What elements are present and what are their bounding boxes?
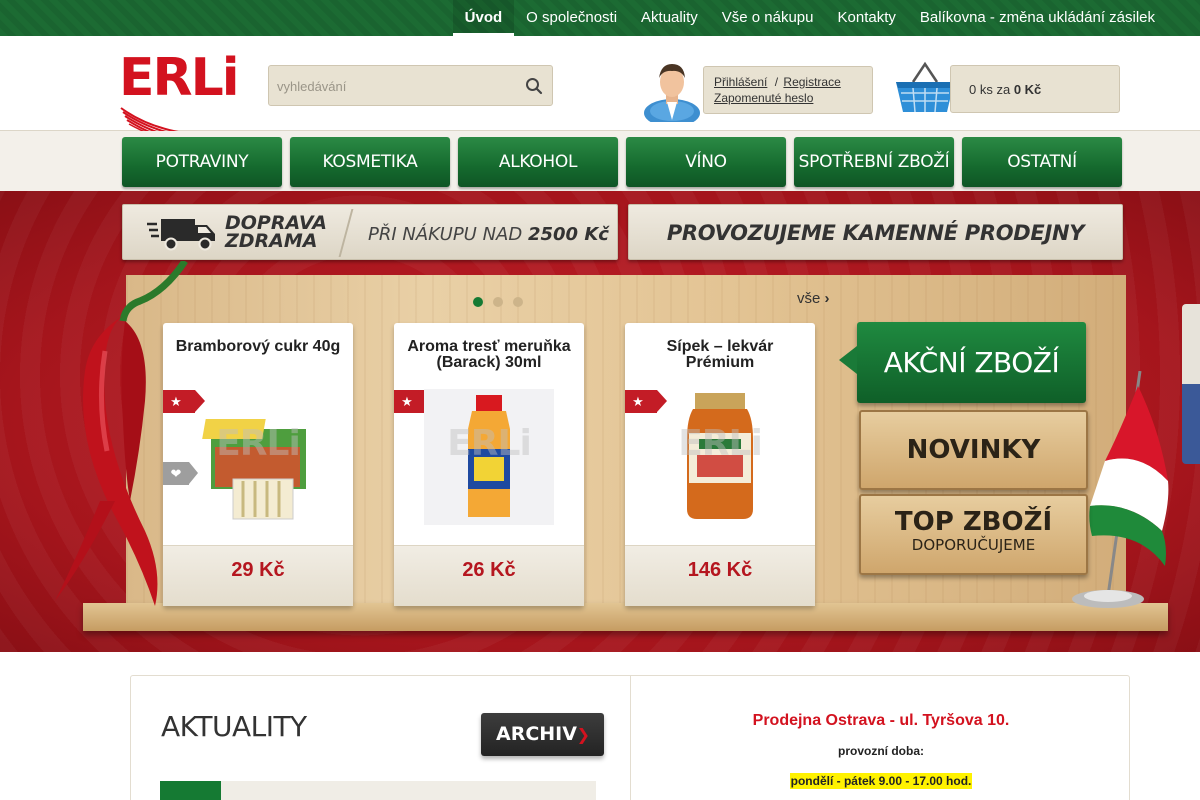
user-avatar-icon <box>644 64 700 122</box>
stores-banner-text: PROVOZUJEME KAMENNÉ PRODEJNY <box>666 221 1085 245</box>
topnav-aktuality[interactable]: Aktuality <box>629 0 710 36</box>
category-alkohol[interactable]: ALKOHOL <box>458 137 618 187</box>
login-box: Přihlášení / Registrace Zapomenuté heslo <box>703 66 873 114</box>
slider-dot-3[interactable] <box>513 297 523 307</box>
news-title: AKTUALITY <box>161 710 307 743</box>
star-badge-icon: ★ <box>163 390 205 413</box>
store-title: Prodejna Ostrava - ul. Tyršova 10. <box>752 712 1010 729</box>
category-spotrebni-zbozi[interactable]: SPOTŘEBNÍ ZBOŽÍ <box>794 137 954 187</box>
delivery-title-line2: ZDRAMA <box>225 230 318 252</box>
top-bar: Úvod O společnosti Aktuality Vše o nákup… <box>0 0 1200 36</box>
product-card[interactable]: Aroma tresť meruňka (Barack) 30ml ★ ERLi… <box>394 323 584 606</box>
top-nav: Úvod O společnosti Aktuality Vše o nákup… <box>452 0 1167 36</box>
star-badge-icon: ★ <box>625 390 667 413</box>
delivery-amount: 2500 Kč <box>527 224 609 245</box>
archive-button[interactable]: ARCHIV ❯ <box>481 713 604 756</box>
category-ostatni[interactable]: OSTATNÍ <box>962 137 1122 187</box>
delivery-condition: PŘI NÁKUPU NAD 2500 Kč <box>368 224 609 245</box>
slider-dot-2[interactable] <box>493 297 503 307</box>
delivery-banner[interactable]: DOPRAVA ZDRAMA PŘI NÁKUPU NAD 2500 Kč <box>122 204 618 260</box>
product-card[interactable]: Bramborový cukr 40g ★ ❤ ERLi 29 Kč <box>163 323 353 606</box>
truck-icon <box>147 219 215 251</box>
login-separator: / <box>774 75 779 89</box>
heart-badge-icon[interactable]: ❤ <box>163 462 198 485</box>
category-vino[interactable]: VÍNO <box>626 137 786 187</box>
header: ERLi Přihlášení / Registrace Zapomenuté … <box>0 36 1200 149</box>
topnav-uvod[interactable]: Úvod <box>452 0 515 36</box>
topnav-kontakty[interactable]: Kontakty <box>826 0 908 36</box>
slider-dot-1[interactable] <box>473 297 483 307</box>
content-panel: AKTUALITY ARCHIV ❯ Prodejna Ostrava - ul… <box>130 675 1130 800</box>
hero-section: DOPRAVA ZDRAMA PŘI NÁKUPU NAD 2500 Kč PR… <box>0 191 1200 652</box>
delivery-title: DOPRAVA ZDRAMA <box>225 214 327 252</box>
show-all-label: vše <box>797 290 821 307</box>
product-card[interactable]: Sípek – lekvár Prémium ★ ERLi 146 Kč <box>625 323 815 606</box>
login-link[interactable]: Přihlášení <box>714 75 767 89</box>
logo-text: ERLi <box>119 48 240 108</box>
store-hours-text: pondělí - pátek 9.00 - 17.00 hod. <box>789 773 973 789</box>
search-box <box>268 65 553 106</box>
news-item-date-tab <box>160 781 221 800</box>
stores-banner[interactable]: PROVOZUJEME KAMENNÉ PRODEJNY <box>628 204 1123 260</box>
cart-total: 0 Kč <box>1013 82 1042 97</box>
show-all-link[interactable]: vše › <box>797 290 830 307</box>
slider-dots <box>473 297 523 307</box>
delivery-condition-text: PŘI NÁKUPU NAD <box>368 224 523 245</box>
banner-divider <box>338 209 354 257</box>
category-bar: POTRAVINY KOSMETIKA ALKOHOL VÍNO SPOTŘEB… <box>0 131 1200 191</box>
new-products-button[interactable]: NOVINKY <box>859 410 1088 490</box>
star-badge-icon: ★ <box>394 390 436 413</box>
cart-summary[interactable]: 0 ks za 0 Kč <box>950 65 1120 113</box>
sale-products-button[interactable]: AKČNÍ ZBOŽÍ <box>839 322 1086 403</box>
category-kosmetika[interactable]: KOSMETIKA <box>290 137 450 187</box>
top-products-sublabel: DOPORUČUJEME <box>911 536 1036 554</box>
product-price: 146 Kč <box>625 545 815 606</box>
product-watermark: ERLi <box>447 423 532 464</box>
product-watermark: ERLi <box>216 423 301 464</box>
category-potraviny[interactable]: POTRAVINY <box>122 137 282 187</box>
search-icon[interactable] <box>524 76 544 96</box>
store-hours: pondělí - pátek 9.00 - 17.00 hod. <box>631 773 1131 789</box>
register-link[interactable]: Registrace <box>783 75 840 89</box>
top-products-label: TOP ZBOŽÍ <box>894 507 1053 537</box>
store-hours-label: provozní doba: <box>838 744 924 758</box>
topnav-vse-o-nakupu[interactable]: Vše o nákupu <box>710 0 826 36</box>
archive-label: ARCHIV <box>496 723 577 745</box>
product-title[interactable]: Bramborový cukr 40g <box>169 339 347 355</box>
top-products-button[interactable]: TOP ZBOŽÍ DOPORUČUJEME <box>859 494 1088 575</box>
shelf-base <box>83 603 1168 631</box>
topnav-o-spolecnosti[interactable]: O společnosti <box>514 0 629 36</box>
category-nav: POTRAVINY KOSMETIKA ALKOHOL VÍNO SPOTŘEB… <box>122 137 1122 187</box>
shopping-basket-icon[interactable] <box>893 60 957 118</box>
cart-count: 0 ks za <box>969 82 1011 97</box>
search-input[interactable] <box>277 76 517 96</box>
news-item-bar[interactable] <box>160 781 596 800</box>
chevron-right-icon: › <box>824 290 830 307</box>
product-price: 26 Kč <box>394 545 584 606</box>
product-price: 29 Kč <box>163 545 353 606</box>
social-tab[interactable] <box>1182 304 1200 464</box>
product-title[interactable]: Aroma tresť meruňka (Barack) 30ml <box>400 339 578 371</box>
topnav-balikovna[interactable]: Balíkovna - změna ukládání zásilek <box>908 0 1167 36</box>
product-watermark: ERLi <box>678 423 763 464</box>
product-title[interactable]: Sípek – lekvár Prémium <box>631 339 809 371</box>
chevron-right-icon: ❯ <box>576 725 590 744</box>
forgot-password-link[interactable]: Zapomenuté heslo <box>714 91 813 105</box>
hungarian-flag-icon <box>1072 371 1169 608</box>
